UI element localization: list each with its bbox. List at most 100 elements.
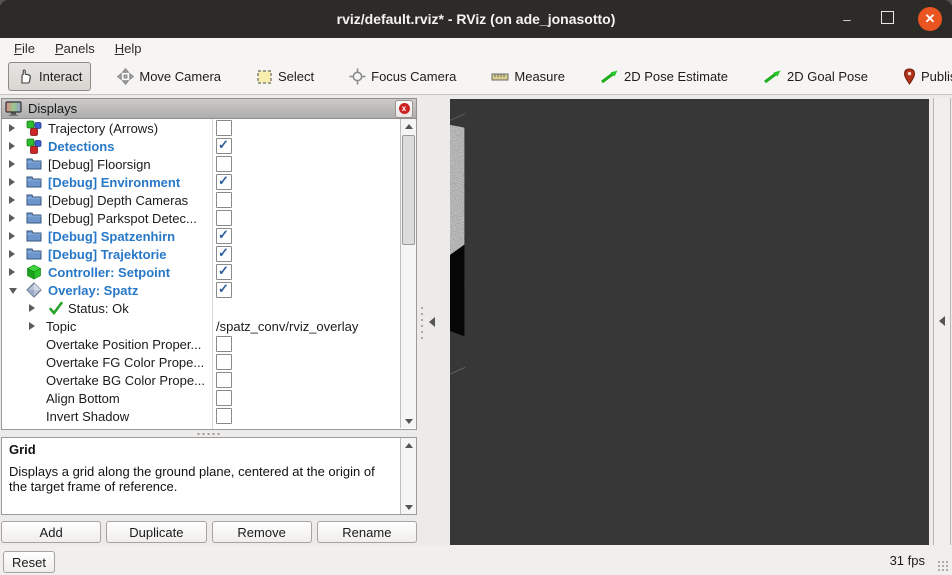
property-checkbox[interactable] xyxy=(216,390,232,406)
row-label: Invert Shadow xyxy=(46,408,130,424)
tree-row-detections[interactable]: Detections xyxy=(2,137,416,155)
green-arrow-icon xyxy=(764,70,781,84)
displays-monitor-icon xyxy=(5,100,22,116)
tool-label: Publish Point xyxy=(920,69,952,84)
expand-arrow-icon[interactable] xyxy=(9,124,15,132)
markers-icon xyxy=(26,120,42,136)
enabled-checkbox[interactable] xyxy=(216,156,232,172)
property-checkbox[interactable] xyxy=(216,408,232,424)
tree-row-debug-trajektorie[interactable]: [Debug] Trajektorie xyxy=(2,245,416,263)
expand-arrow-icon[interactable] xyxy=(9,178,15,186)
expand-arrow-icon[interactable] xyxy=(9,196,15,204)
expand-arrow-icon[interactable] xyxy=(9,214,15,222)
collapse-arrow-icon[interactable] xyxy=(9,288,17,294)
focus-camera-tool-button[interactable]: Focus Camera xyxy=(340,62,465,91)
scroll-down-arrow[interactable] xyxy=(401,500,416,514)
title-bar[interactable]: rviz/default.rviz* - RViz (on ade_jonaso… xyxy=(0,0,952,38)
interact-tool-button[interactable]: Interact xyxy=(8,62,92,91)
panel-close-button[interactable]: x xyxy=(395,99,413,118)
scrollbar-thumb[interactable] xyxy=(402,135,415,245)
remove-button[interactable]: Remove xyxy=(211,521,312,543)
topic-value[interactable]: /spatz_conv/rviz_overlay xyxy=(216,319,358,334)
expand-arrow-icon[interactable] xyxy=(9,250,15,258)
tree-row-overtake-fg-color[interactable]: Overtake FG Color Prope... xyxy=(2,353,416,371)
expand-arrow-icon[interactable] xyxy=(29,304,35,312)
enabled-checkbox[interactable] xyxy=(216,227,232,244)
add-button[interactable]: Add xyxy=(1,521,102,543)
collapse-right-arrow-icon[interactable] xyxy=(939,316,945,326)
minimize-button[interactable]: – xyxy=(838,12,856,27)
description-scrollbar[interactable] xyxy=(400,438,416,514)
tree-row-status-ok[interactable]: Status: Ok xyxy=(2,299,416,317)
expand-arrow-icon[interactable] xyxy=(9,142,15,150)
displays-tree: Trajectory (Arrows) Detections [Debug] F… xyxy=(1,119,417,430)
enabled-checkbox[interactable] xyxy=(216,245,232,262)
property-checkbox[interactable] xyxy=(216,336,232,352)
tree-row-debug-floorsign[interactable]: [Debug] Floorsign xyxy=(2,155,416,173)
folder-icon xyxy=(26,194,42,206)
enabled-checkbox[interactable] xyxy=(216,281,232,298)
tree-row-controller-setpoint[interactable]: Controller: Setpoint xyxy=(2,263,416,281)
resize-grip[interactable] xyxy=(937,560,949,572)
collapsed-right-panel-strip[interactable] xyxy=(933,98,951,545)
goal-pose-tool-button[interactable]: 2D Goal Pose xyxy=(754,62,877,91)
render-viewport[interactable]: Vel: 2.90m/s 3.00m/s Park::Drive xyxy=(217,17,929,545)
menu-help[interactable]: Help xyxy=(107,40,150,57)
property-checkbox[interactable] xyxy=(216,372,232,388)
enabled-checkbox[interactable] xyxy=(216,192,232,208)
move-arrows-icon xyxy=(117,68,135,85)
tree-row-debug-spatzenhirn[interactable]: [Debug] Spatzenhirn xyxy=(2,227,416,245)
scroll-up-arrow[interactable] xyxy=(401,119,416,133)
tree-row-align-bottom[interactable]: Align Bottom xyxy=(2,389,416,407)
measure-tool-button[interactable]: Measure xyxy=(482,62,574,91)
expand-arrow-icon[interactable] xyxy=(9,160,15,168)
tree-row-trajectory-arrows[interactable]: Trajectory (Arrows) xyxy=(2,119,416,137)
maximize-button[interactable] xyxy=(878,11,896,27)
displays-button-row: Add Duplicate Remove Rename xyxy=(1,521,417,543)
cube-icon xyxy=(26,264,42,280)
menu-file[interactable]: File xyxy=(6,40,43,57)
enabled-checkbox[interactable] xyxy=(216,120,232,136)
viewport-splitter-grip[interactable] xyxy=(420,305,424,339)
expand-arrow-icon[interactable] xyxy=(9,232,15,240)
ruler-icon xyxy=(491,73,509,81)
tree-row-debug-depth-cameras[interactable]: [Debug] Depth Cameras xyxy=(2,191,416,209)
property-checkbox[interactable] xyxy=(216,354,232,370)
selection-box-icon xyxy=(257,70,272,84)
expand-arrow-icon[interactable] xyxy=(9,268,15,276)
row-label: [Debug] Trajektorie xyxy=(48,246,167,262)
displays-panel-header[interactable]: Displays x xyxy=(1,98,417,119)
tree-row-debug-environment[interactable]: [Debug] Environment xyxy=(2,173,416,191)
row-label: Status: Ok xyxy=(68,300,129,316)
enabled-checkbox[interactable] xyxy=(216,137,232,154)
tool-label: 2D Pose Estimate xyxy=(623,69,729,84)
publish-point-tool-button[interactable]: Publish Point xyxy=(894,62,952,91)
menu-panels[interactable]: Panels xyxy=(47,40,103,57)
panel-splitter[interactable] xyxy=(1,430,417,437)
move-camera-tool-button[interactable]: Move Camera xyxy=(108,62,230,91)
enabled-checkbox[interactable] xyxy=(216,210,232,226)
reset-button[interactable]: Reset xyxy=(3,551,55,573)
collapse-left-arrow-icon[interactable] xyxy=(429,317,435,327)
folder-icon xyxy=(26,248,42,260)
tree-row-invert-shadow[interactable]: Invert Shadow xyxy=(2,407,416,425)
markers-icon xyxy=(26,138,42,154)
scroll-down-arrow[interactable] xyxy=(401,414,416,428)
scroll-up-arrow[interactable] xyxy=(401,438,416,452)
tree-row-debug-parkspot[interactable]: [Debug] Parkspot Detec... xyxy=(2,209,416,227)
close-button[interactable]: ✕ xyxy=(918,7,942,31)
rename-button[interactable]: Rename xyxy=(316,521,417,543)
enabled-checkbox[interactable] xyxy=(216,173,232,190)
tree-row-overlay-spatz[interactable]: Overlay: Spatz xyxy=(2,281,416,299)
tree-row-overtake-bg-color[interactable]: Overtake BG Color Prope... xyxy=(2,371,416,389)
select-tool-button[interactable]: Select xyxy=(247,62,323,91)
toolbar: Interact Move Camera Select Focus Camera xyxy=(0,59,952,95)
pose-estimate-tool-button[interactable]: 2D Pose Estimate xyxy=(591,62,737,91)
tree-row-overtake-position[interactable]: Overtake Position Proper... xyxy=(2,335,416,353)
tree-row-topic[interactable]: Topic /spatz_conv/rviz_overlay xyxy=(2,317,416,335)
tree-scrollbar[interactable] xyxy=(400,119,416,428)
expand-arrow-icon[interactable] xyxy=(29,322,35,330)
menu-bar: File Panels Help xyxy=(0,38,952,59)
duplicate-button[interactable]: Duplicate xyxy=(106,521,207,543)
enabled-checkbox[interactable] xyxy=(216,263,232,280)
